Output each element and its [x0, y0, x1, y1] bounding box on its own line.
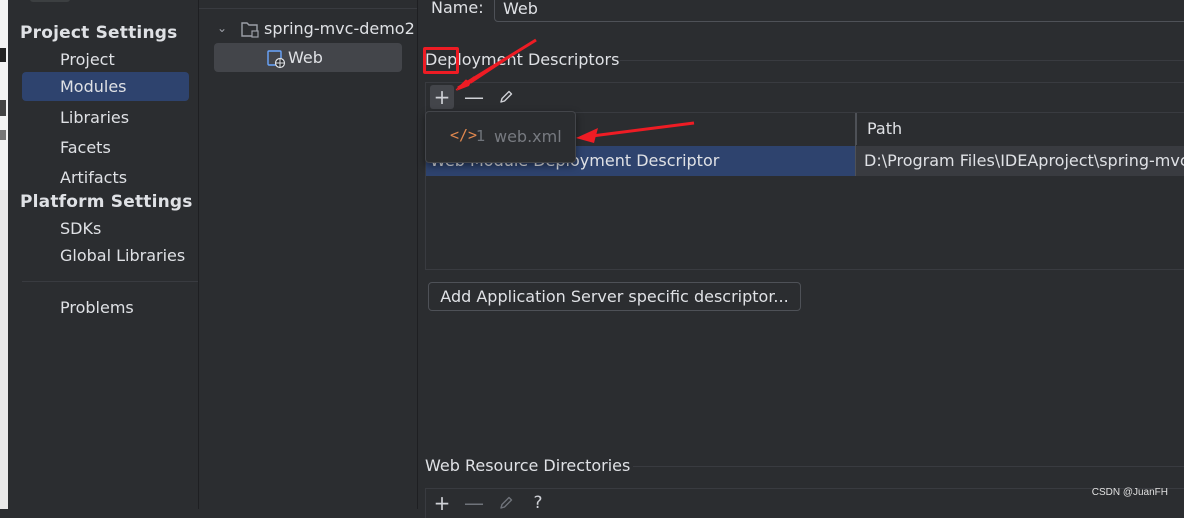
annotation-arrows — [455, 38, 695, 143]
watermark: CSDN @JuanFH — [1091, 487, 1168, 498]
arrow-head — [576, 128, 598, 143]
arrow-to-web-xml-shaft — [583, 121, 695, 139]
